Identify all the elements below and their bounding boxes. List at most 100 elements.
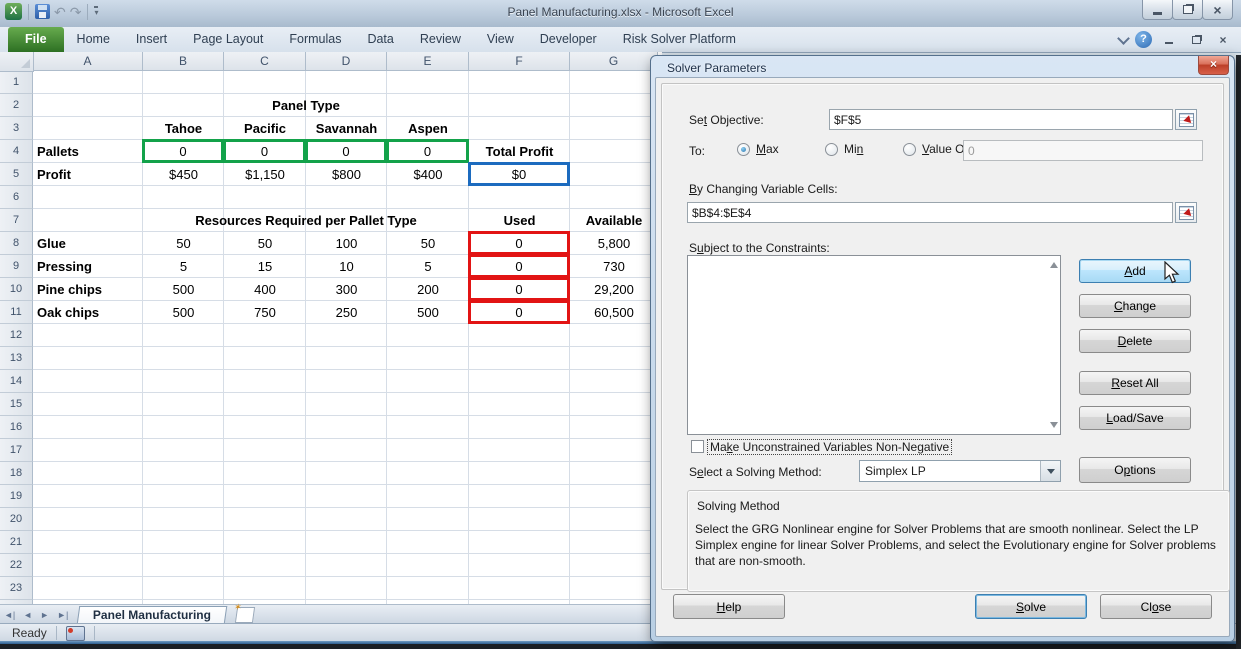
cell-B11[interactable]: 500 xyxy=(143,301,224,324)
cell-E10[interactable]: 200 xyxy=(387,278,469,301)
next-sheet-button[interactable]: ► xyxy=(36,606,53,624)
column-header-D[interactable]: D xyxy=(306,52,387,71)
cell-F7[interactable]: Used xyxy=(469,209,570,232)
cell-C5[interactable]: $1,150 xyxy=(224,163,306,186)
help-icon[interactable]: ? xyxy=(1135,31,1152,48)
cell-B10[interactable]: 500 xyxy=(143,278,224,301)
cell-E3[interactable]: Aspen xyxy=(387,117,469,140)
help-button[interactable]: Help xyxy=(673,594,785,619)
row-header-3[interactable]: 3 xyxy=(0,117,33,140)
delete-button[interactable]: Delete xyxy=(1079,329,1191,353)
solve-button[interactable]: Solve xyxy=(975,594,1087,619)
cell-B9[interactable]: 5 xyxy=(143,255,224,278)
column-header-G[interactable]: G xyxy=(570,52,658,71)
cell-C10[interactable]: 400 xyxy=(224,278,306,301)
previous-sheet-button[interactable]: ◄ xyxy=(19,606,36,624)
cell-D8[interactable]: 100 xyxy=(306,232,387,255)
insert-worksheet-button[interactable] xyxy=(235,607,255,623)
cell-D10[interactable]: 300 xyxy=(306,278,387,301)
combobox-dropdown-button[interactable] xyxy=(1040,461,1060,481)
row-header-18[interactable]: 18 xyxy=(0,462,33,485)
cell-D3[interactable]: Savannah xyxy=(306,117,387,140)
ribbon-tab-review[interactable]: Review xyxy=(407,27,474,52)
cell-A4[interactable]: Pallets xyxy=(33,140,143,163)
cell-A5[interactable]: Profit xyxy=(33,163,143,186)
non-negative-checkbox[interactable] xyxy=(691,440,704,453)
ribbon-tab-insert[interactable]: Insert xyxy=(123,27,180,52)
cell-C9[interactable]: 15 xyxy=(224,255,306,278)
max-radio[interactable]: Max xyxy=(737,142,779,156)
row-header-5[interactable]: 5 xyxy=(0,163,33,186)
row-header-13[interactable]: 13 xyxy=(0,347,33,370)
cell-F11[interactable]: 0 xyxy=(468,300,570,324)
cell-E4[interactable]: 0 xyxy=(386,139,469,163)
row-header-11[interactable]: 11 xyxy=(0,301,33,324)
cell-B4[interactable]: 0 xyxy=(142,139,224,163)
workbook-restore-button[interactable] xyxy=(1186,32,1206,47)
row-header-10[interactable]: 10 xyxy=(0,278,33,301)
close-button[interactable]: Close xyxy=(1100,594,1212,619)
row-header-12[interactable]: 12 xyxy=(0,324,33,347)
row-header-7[interactable]: 7 xyxy=(0,209,33,232)
minimize-button[interactable] xyxy=(1142,0,1173,20)
row-header-15[interactable]: 15 xyxy=(0,393,33,416)
row-header-1[interactable]: 1 xyxy=(0,71,33,94)
cell-C4[interactable]: 0 xyxy=(223,139,306,163)
cell-G10[interactable]: 29,200 xyxy=(570,278,658,301)
cell-B2[interactable]: Panel Type xyxy=(143,94,469,117)
min-radio[interactable]: Min xyxy=(825,142,863,156)
last-sheet-button[interactable]: ►| xyxy=(53,606,72,624)
load-save-button[interactable]: Load/Save xyxy=(1079,406,1191,430)
row-header-16[interactable]: 16 xyxy=(0,416,33,439)
cell-D9[interactable]: 10 xyxy=(306,255,387,278)
row-header-2[interactable]: 2 xyxy=(0,94,33,117)
value-of-input[interactable]: 0 xyxy=(963,140,1203,161)
variable-cells-range-select-button[interactable] xyxy=(1175,202,1197,223)
cell-A8[interactable]: Glue xyxy=(33,232,143,255)
row-header-8[interactable]: 8 xyxy=(0,232,33,255)
cell-G11[interactable]: 60,500 xyxy=(570,301,658,324)
ribbon-tab-view[interactable]: View xyxy=(474,27,527,52)
cell-F8[interactable]: 0 xyxy=(468,231,570,255)
close-button[interactable]: × xyxy=(1202,0,1233,20)
row-header-4[interactable]: 4 xyxy=(0,140,33,163)
cell-D4[interactable]: 0 xyxy=(305,139,387,163)
cell-G7[interactable]: Available xyxy=(570,209,658,232)
workbook-close-button[interactable]: × xyxy=(1213,32,1233,47)
column-header-C[interactable]: C xyxy=(224,52,306,71)
cell-E8[interactable]: 50 xyxy=(387,232,469,255)
cell-C8[interactable]: 50 xyxy=(224,232,306,255)
cell-B3[interactable]: Tahoe xyxy=(143,117,224,140)
objective-range-select-button[interactable] xyxy=(1175,109,1197,130)
column-header-A[interactable]: A xyxy=(33,52,143,71)
ribbon-tab-developer[interactable]: Developer xyxy=(527,27,610,52)
ribbon-tab-risk-solver-platform[interactable]: Risk Solver Platform xyxy=(610,27,749,52)
row-header-9[interactable]: 9 xyxy=(0,255,33,278)
change-button[interactable]: Change xyxy=(1079,294,1191,318)
reset-all-button[interactable]: Reset All xyxy=(1079,371,1191,395)
cell-C11[interactable]: 750 xyxy=(224,301,306,324)
cell-B7[interactable]: Resources Required per Pallet Type xyxy=(143,209,469,232)
cell-F10[interactable]: 0 xyxy=(468,277,570,301)
column-header-B[interactable]: B xyxy=(143,52,224,71)
sheet-tab-panel-manufacturing[interactable]: Panel Manufacturing xyxy=(77,606,228,624)
select-all-corner[interactable] xyxy=(0,52,34,72)
constraints-listbox[interactable] xyxy=(687,255,1061,435)
options-button[interactable]: Options xyxy=(1079,457,1191,483)
ribbon-tab-formulas[interactable]: Formulas xyxy=(276,27,354,52)
non-negative-checkbox-label[interactable]: Make Unconstrained Variables Non-Negativ… xyxy=(708,440,951,454)
row-header-17[interactable]: 17 xyxy=(0,439,33,462)
ribbon-tab-page-layout[interactable]: Page Layout xyxy=(180,27,276,52)
cell-B8[interactable]: 50 xyxy=(143,232,224,255)
cell-G8[interactable]: 5,800 xyxy=(570,232,658,255)
row-header-19[interactable]: 19 xyxy=(0,485,33,508)
cell-A11[interactable]: Oak chips xyxy=(33,301,143,324)
row-header-22[interactable]: 22 xyxy=(0,554,33,577)
variable-cells-input[interactable]: $B$4:$E$4 xyxy=(687,202,1173,223)
solving-method-combobox[interactable]: Simplex LP xyxy=(859,460,1061,482)
ribbon-tab-file[interactable]: File xyxy=(8,27,64,52)
row-header-20[interactable]: 20 xyxy=(0,508,33,531)
column-header-E[interactable]: E xyxy=(387,52,469,71)
row-header-21[interactable]: 21 xyxy=(0,531,33,554)
scroll-up-icon[interactable] xyxy=(1050,262,1058,268)
